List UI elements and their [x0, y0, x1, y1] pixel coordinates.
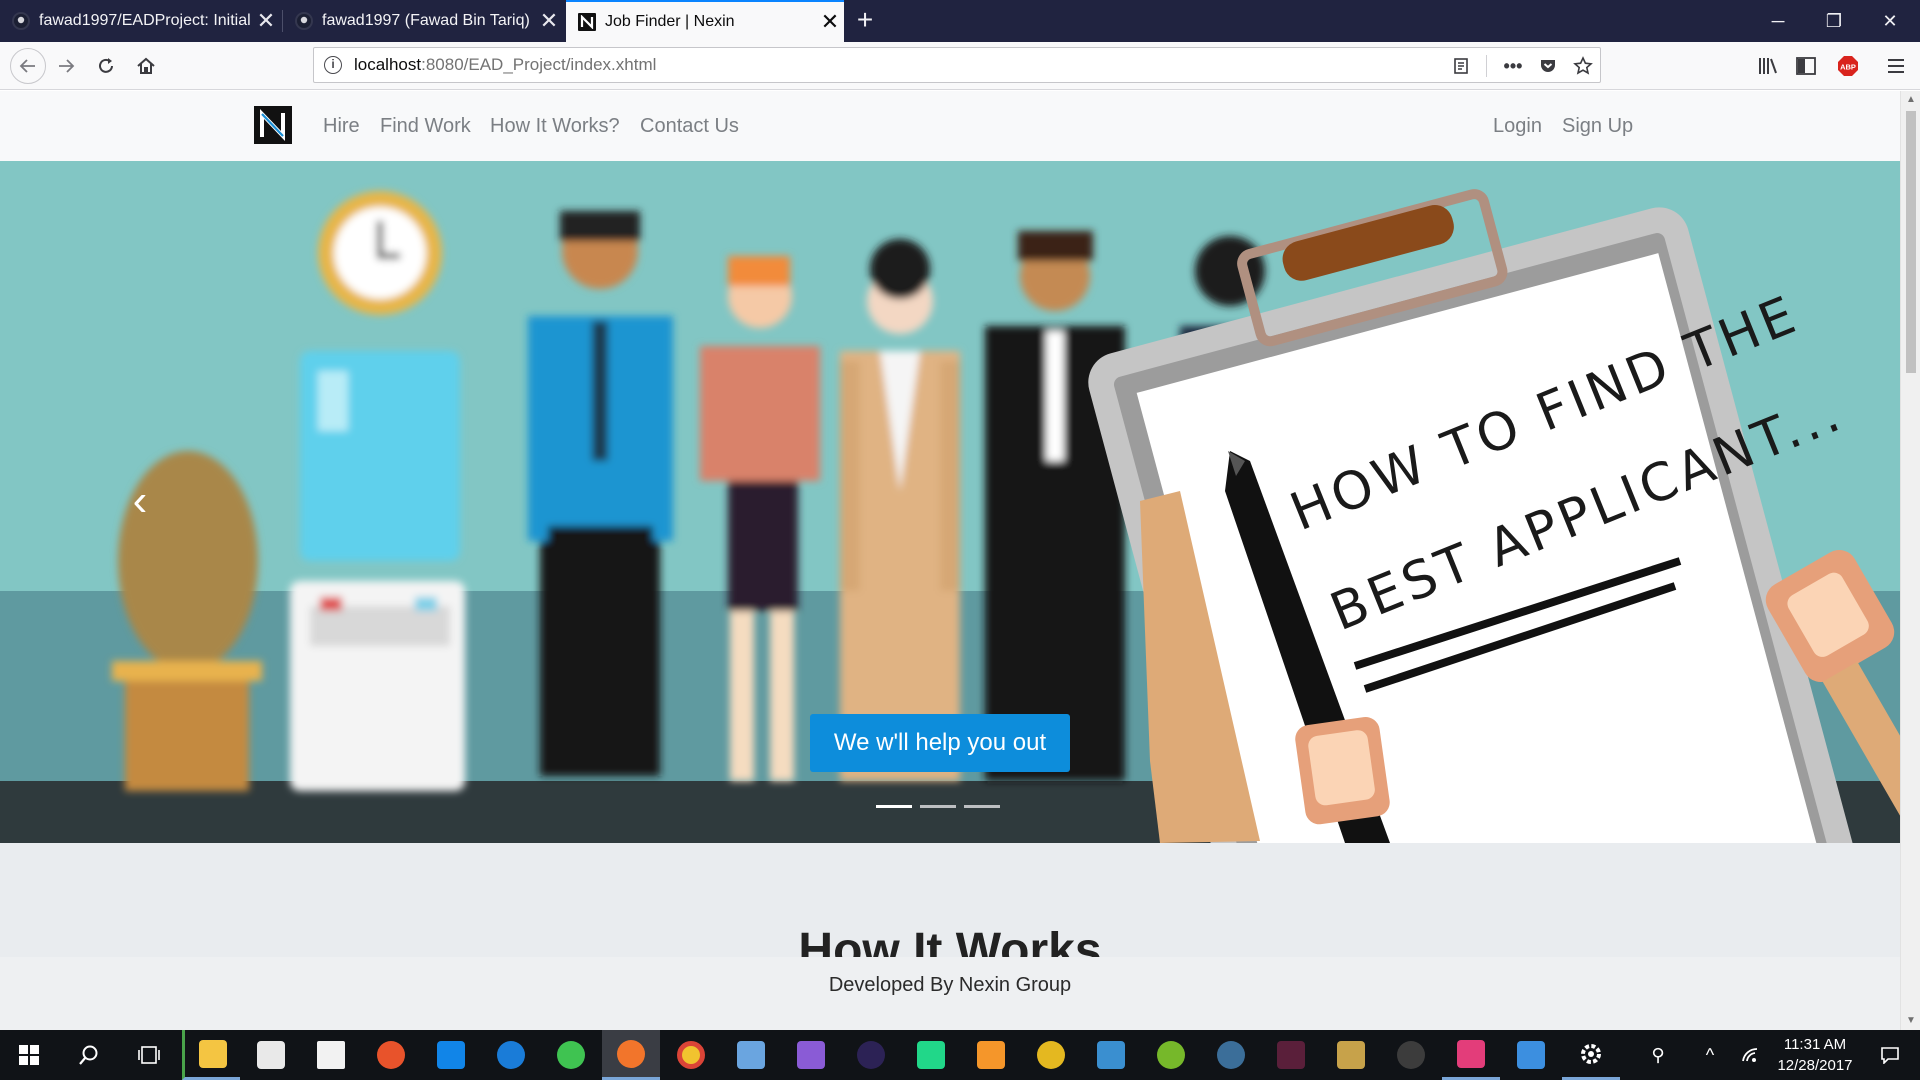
taskbar-utorrent-icon[interactable]	[1142, 1030, 1200, 1080]
home-button[interactable]	[130, 50, 162, 82]
hero-carousel[interactable]: HOW TO FIND THE BEST APPLICANT... ‹ We w…	[0, 161, 1900, 843]
address-bar[interactable]: i localhost:8080/EAD_Project/index.xhtml…	[313, 47, 1601, 83]
action-center-icon[interactable]	[1870, 1030, 1910, 1080]
nav-link-hire[interactable]: Hire	[323, 91, 360, 161]
back-arrow-icon	[19, 59, 35, 73]
reload-icon	[99, 58, 113, 73]
taskbar-postgres-icon[interactable]	[1202, 1030, 1260, 1080]
search-icon[interactable]	[60, 1030, 118, 1080]
taskbar-file-explorer-icon[interactable]	[182, 1030, 240, 1080]
site-navbar: Hire Find Work How It Works? Contact Us …	[0, 91, 1900, 161]
taskbar-firefox-icon[interactable]	[602, 1030, 660, 1080]
task-view-icon[interactable]	[120, 1030, 178, 1080]
nav-link-contact-us[interactable]: Contact Us	[640, 91, 739, 161]
taskbar-speed-icon[interactable]	[1382, 1030, 1440, 1080]
minimize-button[interactable]: ─	[1750, 0, 1806, 42]
start-button[interactable]	[0, 1030, 58, 1080]
scroll-up-icon[interactable]: ▲	[1901, 91, 1920, 109]
taskbar-virtualbox-icon[interactable]	[722, 1030, 780, 1080]
windows-taskbar: ⚲ ^ 11:31 AM 12/28/2017	[0, 1030, 1920, 1080]
close-window-button[interactable]: ✕	[1862, 0, 1918, 42]
taskbar-mail-icon[interactable]	[302, 1030, 360, 1080]
taskbar-messenger-icon[interactable]	[422, 1030, 480, 1080]
info-icon[interactable]: i	[324, 56, 342, 74]
scrollbar-thumb[interactable]	[1906, 111, 1916, 373]
taskbar-edge-icon[interactable]	[482, 1030, 540, 1080]
forward-arrow-icon	[59, 59, 75, 73]
page-scrollbar[interactable]: ▲ ▼	[1900, 91, 1920, 1030]
taskbar-inkscape-icon[interactable]	[1022, 1030, 1080, 1080]
carousel-prev-chevron-icon[interactable]: ‹	[120, 471, 160, 531]
page-footer: Developed By Nexin Group	[0, 957, 1900, 1030]
carousel-indicator-2[interactable]	[920, 805, 956, 808]
urlbar-divider	[1486, 55, 1487, 77]
nexin-logo[interactable]	[254, 106, 292, 144]
svg-text:ABP: ABP	[1840, 63, 1856, 72]
reload-button[interactable]	[90, 50, 122, 82]
tab-title: fawad1997/EADProject: Initial C	[39, 12, 252, 29]
new-tab-button[interactable]: +	[850, 0, 880, 42]
carousel-indicator-3[interactable]	[964, 805, 1000, 808]
browser-tab-github-project[interactable]: fawad1997/EADProject: Initial C ✕	[0, 0, 280, 42]
windows-logo-icon	[19, 1045, 39, 1065]
url-path: :8080/EAD_Project/index.xhtml	[421, 55, 657, 74]
clock-date: 12/28/2017	[1777, 1057, 1853, 1074]
tab-title: fawad1997 (Fawad Bin Tariq)	[322, 12, 530, 29]
taskbar-whatsapp-icon[interactable]	[542, 1030, 600, 1080]
show-hidden-icons-chevron-icon[interactable]: ^	[1690, 1030, 1730, 1080]
back-button[interactable]	[10, 48, 46, 84]
pocket-icon[interactable]	[1535, 53, 1561, 79]
carousel-caption-button[interactable]: We w'll help you out	[810, 714, 1070, 772]
taskbar-snipping-icon[interactable]	[1502, 1030, 1560, 1080]
scroll-down-icon[interactable]: ▼	[1901, 1012, 1920, 1030]
system-clock[interactable]: 11:31 AM 12/28/2017	[1760, 1030, 1870, 1080]
browser-tab-job-finder[interactable]: Job Finder | Nexin ✕	[566, 0, 844, 42]
taskbar-package-icon[interactable]	[1082, 1030, 1140, 1080]
people-icon[interactable]: ⚲	[1638, 1030, 1678, 1080]
nav-link-find-work[interactable]: Find Work	[380, 91, 471, 161]
taskbar-eclipse-icon[interactable]	[842, 1030, 900, 1080]
github-icon	[12, 12, 30, 30]
adblock-plus-icon[interactable]: ABP	[1832, 50, 1864, 82]
taskbar-visual-studio-icon[interactable]	[782, 1030, 840, 1080]
nav-link-login[interactable]: Login	[1493, 91, 1542, 161]
browser-tab-github-profile[interactable]: fawad1997 (Fawad Bin Tariq) ✕	[283, 0, 563, 42]
bookmark-star-icon[interactable]	[1570, 53, 1596, 79]
browser-toolbar: i localhost:8080/EAD_Project/index.xhtml…	[0, 42, 1920, 90]
close-tab-icon[interactable]: ✕	[535, 0, 563, 42]
page-actions-icon[interactable]: •••	[1500, 53, 1526, 79]
url-text[interactable]: localhost:8080/EAD_Project/index.xhtml	[354, 48, 656, 82]
browser-titlebar: fawad1997/EADProject: Initial C ✕ fawad1…	[0, 0, 1920, 42]
nexin-favicon	[578, 13, 596, 31]
library-icon[interactable]	[1752, 50, 1784, 82]
taskbar-office-icon[interactable]	[362, 1030, 420, 1080]
menu-hamburger-icon[interactable]	[1880, 50, 1912, 82]
taskbar-intellij-icon[interactable]	[1442, 1030, 1500, 1080]
taskbar-sublime-icon[interactable]	[962, 1030, 1020, 1080]
restore-button[interactable]: ❐	[1806, 0, 1862, 42]
carousel-indicator-1[interactable]	[876, 805, 912, 808]
clock-time: 11:31 AM	[1783, 1036, 1847, 1053]
sidebar-icon[interactable]	[1790, 50, 1822, 82]
taskbar-chrome-icon[interactable]	[662, 1030, 720, 1080]
taskbar-store-icon[interactable]	[242, 1030, 300, 1080]
page-viewport: Hire Find Work How It Works? Contact Us …	[0, 91, 1900, 1030]
github-icon	[295, 12, 313, 30]
home-icon	[137, 57, 155, 74]
tab-title: Job Finder | Nexin	[605, 13, 735, 30]
taskbar-pycharm-icon[interactable]	[902, 1030, 960, 1080]
url-host: localhost	[354, 55, 422, 74]
close-tab-icon[interactable]: ✕	[816, 1, 844, 43]
nav-link-how-it-works[interactable]: How It Works?	[490, 91, 620, 161]
close-tab-icon[interactable]: ✕	[252, 0, 280, 42]
taskbar-gitkraken-icon[interactable]	[1262, 1030, 1320, 1080]
nav-link-sign-up[interactable]: Sign Up	[1562, 91, 1633, 161]
forward-button[interactable]	[50, 50, 82, 82]
taskbar-settings-icon[interactable]	[1562, 1030, 1620, 1080]
reader-view-icon[interactable]	[1448, 53, 1474, 79]
taskbar-tools-icon[interactable]	[1322, 1030, 1380, 1080]
